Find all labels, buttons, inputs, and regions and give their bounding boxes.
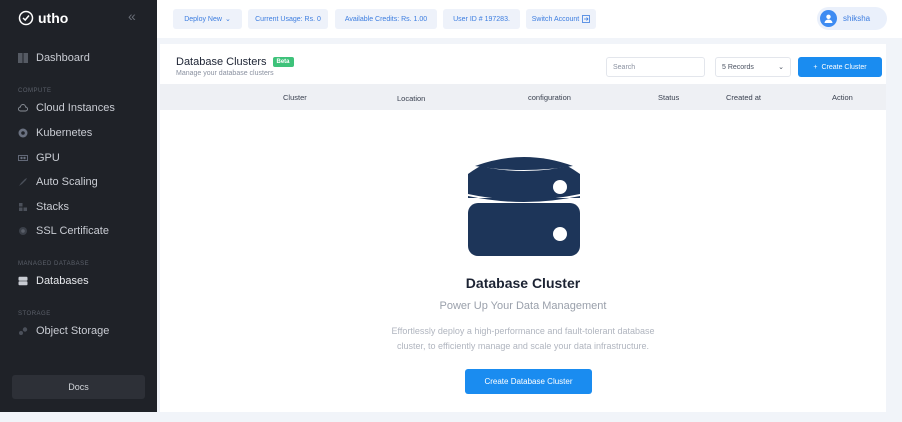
topbar: Deploy New ⌄ Current Usage: Rs. 0 Availa…	[157, 0, 902, 38]
section-managed-database: MANAGED DATABASE	[18, 261, 90, 267]
sidebar-item-label: Kubernetes	[36, 127, 93, 139]
page-title: Database Clusters	[176, 56, 267, 68]
gpu-icon	[18, 155, 28, 161]
grid-icon	[18, 53, 28, 63]
main-panel: Database Clusters Beta Manage your datab…	[160, 44, 886, 412]
docs-button[interactable]: Docs	[12, 375, 145, 399]
sidebar-item-label: Auto Scaling	[36, 176, 98, 188]
collapse-sidebar-icon[interactable]: «	[128, 8, 136, 24]
column-status: Status	[658, 93, 680, 102]
records-label: 5 Records	[722, 63, 754, 71]
brand-logo[interactable]: utho	[18, 8, 68, 28]
chevron-down-icon: ⌄	[778, 64, 784, 71]
column-configuration: configuration	[528, 93, 571, 102]
certificate-icon	[19, 227, 27, 235]
chevron-down-icon: ⌄	[224, 16, 231, 23]
sidebar-item-auto-scaling[interactable]: Auto Scaling	[18, 174, 98, 190]
sidebar-item-label: Databases	[36, 275, 89, 287]
sidebar-item-gpu[interactable]: GPU	[18, 150, 60, 166]
switch-account-button[interactable]: Switch Account	[526, 9, 596, 29]
deploy-new-dropdown[interactable]: Deploy New ⌄	[173, 9, 242, 29]
sidebar-item-label: Stacks	[36, 201, 70, 213]
kubernetes-icon	[18, 128, 28, 138]
sidebar-item-label: Dashboard	[36, 52, 90, 64]
brand-name: utho	[38, 10, 69, 26]
create-cluster-label: Create Cluster	[821, 63, 867, 71]
section-storage: STORAGE	[18, 311, 51, 317]
search-input[interactable]: Search	[606, 57, 705, 77]
page-title-row: Database Clusters Beta	[176, 56, 294, 68]
available-credits-badge[interactable]: Available Credits: Rs. 1.00	[335, 9, 437, 29]
section-compute: COMPUTE	[18, 88, 52, 94]
switch-account-label: Switch Account	[531, 15, 580, 23]
sidebar-item-cloud-instances[interactable]: Cloud Instances	[18, 100, 115, 116]
sidebar-item-label: Object Storage	[36, 325, 110, 337]
records-per-page-select[interactable]: 5 Records ⌄	[715, 57, 791, 77]
sidebar-item-object-storage[interactable]: Object Storage	[18, 323, 109, 339]
user-menu[interactable]: shiksha	[817, 7, 887, 30]
beta-badge: Beta	[272, 57, 294, 67]
cloud-icon	[18, 104, 28, 112]
sidebar-item-label: Cloud Instances	[36, 102, 115, 114]
description-line: Effortlessly deploy a high-performance a…	[391, 326, 655, 336]
sidebar-item-stacks[interactable]: Stacks	[18, 199, 69, 215]
sidebar-item-label: GPU	[36, 152, 60, 164]
table-header: Cluster Location configuration Status Cr…	[160, 84, 886, 110]
deploy-new-label: Deploy New	[184, 15, 222, 23]
sidebar-item-ssl-certificate[interactable]: SSL Certificate	[18, 223, 109, 239]
column-action: Action	[832, 93, 853, 102]
create-database-cluster-button[interactable]: Create Database Cluster	[465, 369, 592, 394]
user-id-badge: User ID # 197283.	[443, 9, 520, 29]
user-icon	[824, 14, 833, 23]
page-subtitle: Manage your database clusters	[176, 70, 274, 77]
sidebar-item-databases[interactable]: Databases	[18, 273, 89, 289]
create-cluster-button[interactable]: + Create Cluster	[798, 57, 882, 77]
empty-state-title: Database Cluster	[465, 275, 581, 291]
sidebar: utho « Dashboard COMPUTE Cloud Instances…	[0, 0, 157, 412]
logo-check-icon	[18, 10, 34, 26]
database-icon	[18, 276, 28, 286]
sidebar-item-dashboard[interactable]: Dashboard	[18, 50, 90, 66]
avatar	[820, 10, 837, 27]
empty-state-subtitle: Power Up Your Data Management	[439, 300, 607, 312]
username: shiksha	[843, 14, 871, 23]
column-cluster: Cluster	[283, 93, 307, 102]
current-usage-badge[interactable]: Current Usage: Rs. 0	[248, 9, 328, 29]
switch-account-icon	[582, 15, 591, 23]
sidebar-item-kubernetes[interactable]: Kubernetes	[18, 125, 92, 141]
plus-icon: +	[813, 63, 818, 71]
column-created-at: Created at	[726, 93, 762, 102]
stack-icon	[19, 203, 27, 211]
rocket-icon	[19, 178, 27, 186]
description-line: cluster, to efficiently manage and scale…	[397, 341, 649, 351]
database-cluster-icon	[468, 153, 580, 256]
column-location: Location	[397, 94, 426, 103]
empty-state-description: Effortlessly deploy a high-performance a…	[160, 324, 886, 354]
storage-icon	[19, 327, 28, 335]
sidebar-item-label: SSL Certificate	[36, 225, 109, 237]
